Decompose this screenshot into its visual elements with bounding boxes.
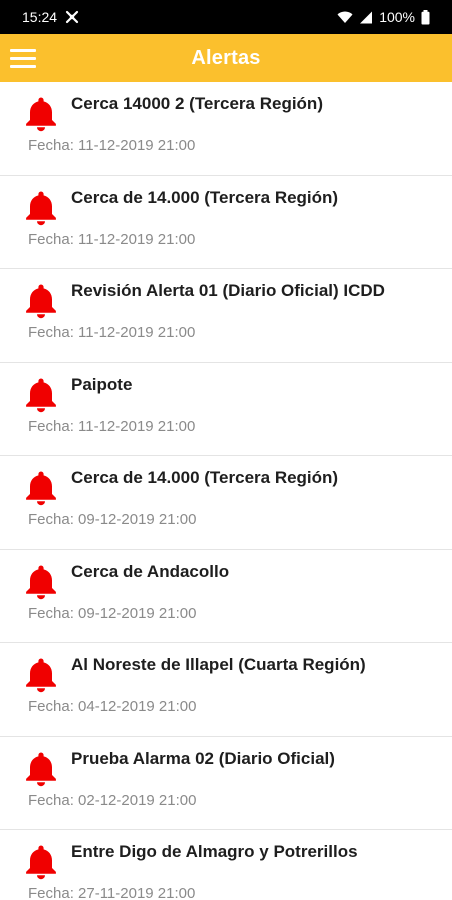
menu-line xyxy=(10,48,36,52)
wifi-icon xyxy=(337,11,353,23)
alert-date: Fecha: 11-12-2019 21:00 xyxy=(28,417,196,435)
bell-icon xyxy=(26,658,56,693)
alert-title: Cerca de 14.000 (Tercera Región) xyxy=(71,468,339,487)
notification-icon xyxy=(65,10,79,24)
list-item[interactable]: Paipote Fecha: 11-12-2019 21:00 xyxy=(0,363,452,456)
alert-title: Cerca 14000 2 (Tercera Región) xyxy=(71,94,323,113)
bell-icon xyxy=(26,378,56,412)
list-item[interactable]: Revisión Alerta 01 (Diario Oficial) ICDD… xyxy=(0,269,452,363)
list-item[interactable]: Cerca 14000 2 (Tercera Región) Fecha: 11… xyxy=(0,82,452,176)
list-item[interactable]: Prueba Alarma 02 (Diario Oficial) Fecha:… xyxy=(0,737,452,830)
alert-date: Fecha: 09-12-2019 21:00 xyxy=(28,511,197,528)
menu-line xyxy=(10,64,36,68)
status-bar: 15:24 100% xyxy=(0,0,452,34)
alert-title: Cerca de 14.000 (Tercera Región) xyxy=(71,187,339,207)
battery-icon xyxy=(421,9,430,24)
list-item[interactable]: Cerca de 14.000 (Tercera Región) Fecha: … xyxy=(0,176,452,269)
status-right: 100% xyxy=(337,9,430,25)
list-item[interactable]: Entre Digo de Almagro y Potrerillos Fech… xyxy=(0,830,452,900)
alert-date: Fecha: 11-12-2019 21:00 xyxy=(28,137,196,154)
app-bar: Alertas xyxy=(0,34,452,82)
bell-icon xyxy=(26,97,56,132)
alert-list: Cerca 14000 2 (Tercera Región) Fecha: 11… xyxy=(0,82,452,900)
bell-icon xyxy=(26,471,56,506)
bell-icon xyxy=(26,845,56,880)
alert-title: Revisión Alerta 01 (Diario Oficial) ICDD xyxy=(71,281,385,300)
alert-title: Paipote xyxy=(71,374,133,394)
alert-date: Fecha: 04-12-2019 21:00 xyxy=(28,698,197,715)
alert-date: Fecha: 11-12-2019 21:00 xyxy=(28,230,196,248)
alert-date: Fecha: 09-12-2019 21:00 xyxy=(28,604,197,622)
hamburger-menu-icon[interactable] xyxy=(10,44,38,72)
bell-icon xyxy=(26,565,56,599)
signal-icon xyxy=(360,11,373,23)
alert-title: Cerca de Andacollo xyxy=(71,561,230,581)
status-left: 15:24 xyxy=(22,9,79,25)
alert-title: Entre Digo de Almagro y Potrerillos xyxy=(71,842,358,861)
alert-title: Al Noreste de Illapel (Cuarta Región) xyxy=(71,655,366,674)
bell-icon xyxy=(26,191,56,225)
alert-date: Fecha: 27-11-2019 21:00 xyxy=(28,885,196,900)
status-time: 15:24 xyxy=(22,9,58,25)
bell-icon xyxy=(26,752,56,786)
alert-title: Prueba Alarma 02 (Diario Oficial) xyxy=(71,748,335,768)
page-title: Alertas xyxy=(191,46,261,69)
bell-icon xyxy=(26,284,56,319)
alert-date: Fecha: 11-12-2019 21:00 xyxy=(28,324,196,341)
menu-line xyxy=(10,56,36,60)
list-item[interactable]: Cerca de Andacollo Fecha: 09-12-2019 21:… xyxy=(0,550,452,643)
alert-date: Fecha: 02-12-2019 21:00 xyxy=(28,791,197,809)
list-item[interactable]: Al Noreste de Illapel (Cuarta Región) Fe… xyxy=(0,643,452,737)
list-item[interactable]: Cerca de 14.000 (Tercera Región) Fecha: … xyxy=(0,456,452,550)
battery-percent: 100% xyxy=(379,9,415,25)
